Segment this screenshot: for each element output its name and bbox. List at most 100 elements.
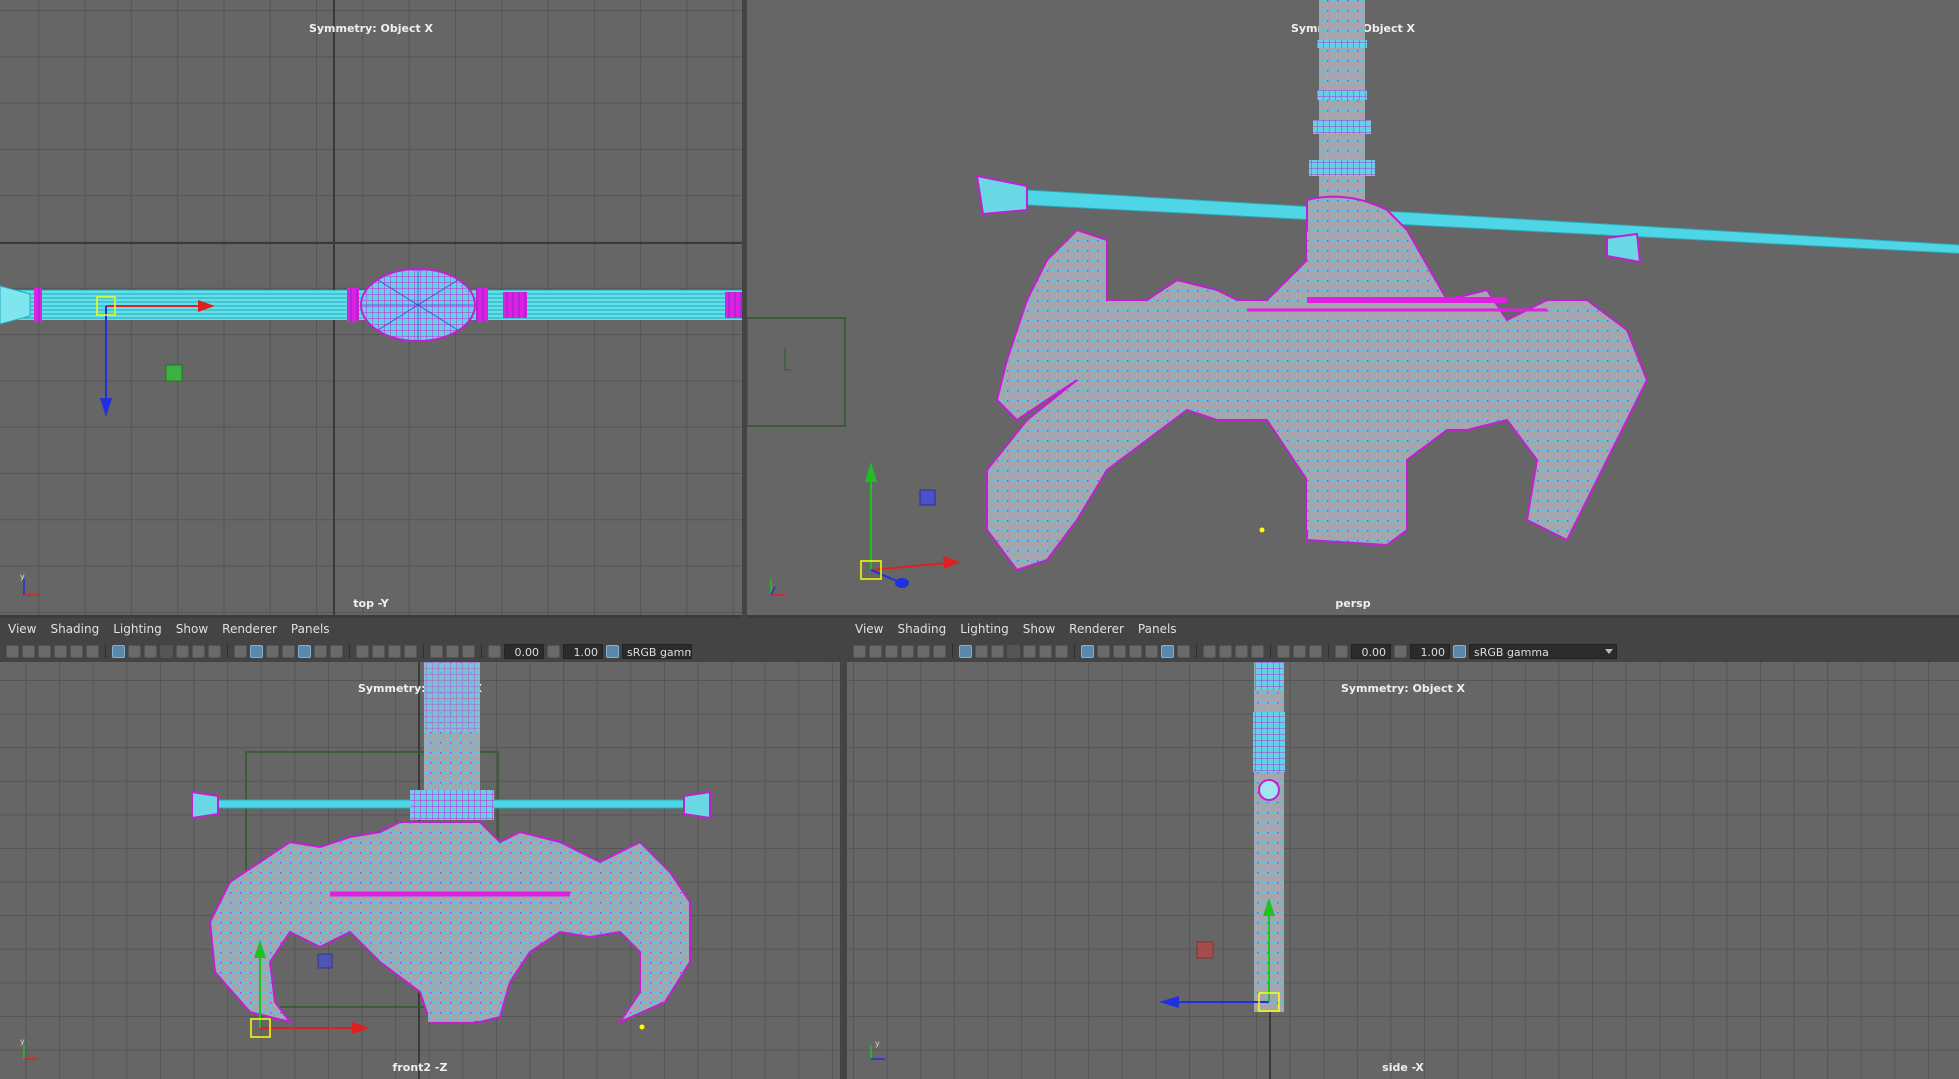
xray-joints-icon[interactable] bbox=[446, 644, 459, 658]
move-manip-y-head[interactable] bbox=[865, 462, 877, 482]
anti-aliasing-icon[interactable] bbox=[1251, 644, 1264, 658]
viewport-side[interactable]: Symmetry: Object X y side -X bbox=[847, 662, 1959, 1079]
textured-icon[interactable] bbox=[282, 644, 295, 658]
move-manip-x-head[interactable] bbox=[352, 1022, 370, 1034]
menu-view[interactable]: View bbox=[855, 622, 883, 636]
move-manip-x-head[interactable] bbox=[943, 556, 960, 569]
image-plane-icon[interactable] bbox=[54, 644, 67, 658]
menu-renderer[interactable]: Renderer bbox=[222, 622, 277, 636]
gamma-field[interactable]: 1.00 bbox=[1410, 643, 1450, 659]
grease-pencil-icon[interactable] bbox=[70, 644, 83, 658]
xray-icon[interactable] bbox=[1161, 644, 1174, 658]
move-manip-plane-handle[interactable] bbox=[165, 364, 183, 382]
safe-title-icon[interactable] bbox=[1055, 644, 1068, 658]
gamma-icon[interactable] bbox=[547, 644, 560, 658]
wireframe-icon[interactable] bbox=[234, 644, 247, 658]
wireframe-on-shaded-icon[interactable] bbox=[298, 644, 311, 658]
smooth-shade-icon[interactable] bbox=[1097, 644, 1110, 658]
textured-icon[interactable] bbox=[1129, 644, 1142, 658]
exposure-icon[interactable] bbox=[1335, 644, 1348, 658]
bookmarks-icon[interactable] bbox=[38, 644, 51, 658]
viewport-persp[interactable]: Symmetry: Object X persp bbox=[747, 0, 1959, 615]
gamma-field[interactable]: 1.00 bbox=[563, 643, 603, 659]
selected-vertex[interactable] bbox=[1259, 527, 1265, 533]
mesh-hub[interactable] bbox=[1258, 779, 1280, 801]
ambient-occlusion-icon[interactable] bbox=[372, 644, 385, 658]
shadows-icon[interactable] bbox=[1203, 644, 1216, 658]
image-plane-icon[interactable] bbox=[901, 644, 914, 658]
view-transform-dropdown[interactable]: sRGB gamma bbox=[1469, 643, 1617, 659]
menu-panels[interactable]: Panels bbox=[291, 622, 330, 636]
isolate-select-icon[interactable] bbox=[1277, 644, 1290, 658]
mesh-side-view[interactable] bbox=[847, 662, 1959, 1079]
gate-mask-icon[interactable] bbox=[1007, 644, 1020, 658]
crossbar-end-right[interactable] bbox=[1606, 232, 1642, 264]
menu-view[interactable]: View bbox=[8, 622, 36, 636]
menu-panels[interactable]: Panels bbox=[1138, 622, 1177, 636]
select-camera-icon[interactable] bbox=[853, 644, 866, 658]
safe-action-icon[interactable] bbox=[1039, 644, 1052, 658]
use-all-lights-icon[interactable] bbox=[1177, 644, 1190, 658]
mesh-lower-shaft[interactable] bbox=[428, 832, 474, 1022]
isolate-select-icon[interactable] bbox=[430, 644, 443, 658]
menu-shading[interactable]: Shading bbox=[897, 622, 946, 636]
2d-pan-zoom-icon[interactable] bbox=[86, 644, 99, 658]
grid-icon[interactable] bbox=[112, 644, 125, 658]
motion-blur-icon[interactable] bbox=[388, 644, 401, 658]
menu-shading[interactable]: Shading bbox=[50, 622, 99, 636]
move-manip-plane-handle[interactable] bbox=[919, 489, 936, 506]
menu-lighting[interactable]: Lighting bbox=[960, 622, 1009, 636]
anti-aliasing-icon[interactable] bbox=[404, 644, 417, 658]
menu-show[interactable]: Show bbox=[176, 622, 208, 636]
ambient-occlusion-icon[interactable] bbox=[1219, 644, 1232, 658]
2d-pan-zoom-icon[interactable] bbox=[933, 644, 946, 658]
resolution-gate-icon[interactable] bbox=[144, 644, 157, 658]
menu-show[interactable]: Show bbox=[1023, 622, 1055, 636]
view-transform-dropdown[interactable]: sRGB gamma bbox=[622, 643, 692, 659]
move-manip-z-head[interactable] bbox=[895, 578, 909, 588]
color-management-icon[interactable] bbox=[606, 644, 619, 658]
viewport-top[interactable]: Symmetry: Object X y top -Y bbox=[0, 0, 742, 615]
grease-pencil-icon[interactable] bbox=[917, 644, 930, 658]
wireframe-icon[interactable] bbox=[1081, 644, 1094, 658]
xray-icon[interactable] bbox=[314, 644, 327, 658]
mesh-top-view[interactable] bbox=[0, 0, 742, 615]
move-manip-z[interactable] bbox=[870, 569, 900, 583]
exposure-field[interactable]: 0.00 bbox=[1351, 643, 1391, 659]
crossbar-end-right[interactable] bbox=[683, 790, 711, 820]
color-management-icon[interactable] bbox=[1453, 644, 1466, 658]
xray-active-icon[interactable] bbox=[462, 644, 475, 658]
mesh-persp-view[interactable] bbox=[747, 0, 1959, 615]
default-material-icon[interactable] bbox=[1113, 644, 1126, 658]
camera-attributes-icon[interactable] bbox=[22, 644, 35, 658]
safe-action-icon[interactable] bbox=[192, 644, 205, 658]
exposure-field[interactable]: 0.00 bbox=[504, 643, 544, 659]
mesh-hub[interactable] bbox=[410, 790, 494, 820]
smooth-shade-icon[interactable] bbox=[250, 644, 263, 658]
crossbar-end-left[interactable] bbox=[191, 790, 219, 820]
move-manip-z-head[interactable] bbox=[100, 398, 112, 417]
resolution-gate-icon[interactable] bbox=[991, 644, 1004, 658]
bookmarks-icon[interactable] bbox=[885, 644, 898, 658]
field-chart-icon[interactable] bbox=[1023, 644, 1036, 658]
mesh-lower-shaft[interactable] bbox=[1307, 230, 1377, 530]
menu-lighting[interactable]: Lighting bbox=[113, 622, 162, 636]
mesh-front-view[interactable] bbox=[0, 662, 840, 1079]
gate-mask-icon[interactable] bbox=[160, 644, 173, 658]
viewport-front[interactable]: Symmetry: Object X y front2 -Z bbox=[0, 662, 840, 1079]
camera-attributes-icon[interactable] bbox=[869, 644, 882, 658]
move-manip-x[interactable] bbox=[870, 562, 948, 571]
pane-splitter[interactable] bbox=[840, 618, 847, 1079]
selected-vertex[interactable] bbox=[639, 1024, 645, 1030]
wireframe-on-shaded-icon[interactable] bbox=[1145, 644, 1158, 658]
xray-joints-icon[interactable] bbox=[1293, 644, 1306, 658]
default-material-icon[interactable] bbox=[266, 644, 279, 658]
shadows-icon[interactable] bbox=[356, 644, 369, 658]
safe-title-icon[interactable] bbox=[208, 644, 221, 658]
grid-icon[interactable] bbox=[959, 644, 972, 658]
select-camera-icon[interactable] bbox=[6, 644, 19, 658]
mesh-crossbar[interactable] bbox=[1026, 189, 1959, 258]
crossbar-end-left[interactable] bbox=[975, 174, 1028, 216]
menu-renderer[interactable]: Renderer bbox=[1069, 622, 1124, 636]
film-gate-icon[interactable] bbox=[128, 644, 141, 658]
